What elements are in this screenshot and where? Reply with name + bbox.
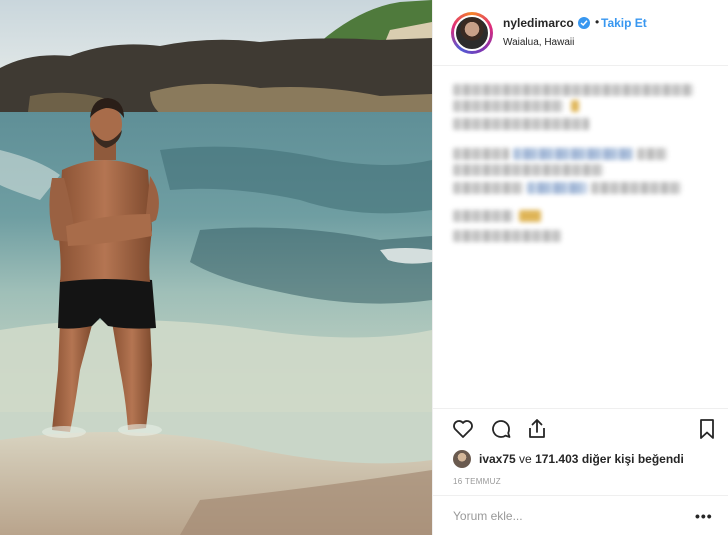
- heart-icon[interactable]: [451, 417, 475, 441]
- avatar[interactable]: [454, 15, 490, 51]
- separator-dot: •: [595, 15, 600, 29]
- username-link[interactable]: nyledimarco: [503, 16, 574, 30]
- comment-bubble-icon[interactable]: [489, 417, 513, 441]
- blurred-caption: [453, 78, 713, 258]
- likes-suffix[interactable]: diğer kişi beğendi: [582, 452, 684, 466]
- verified-badge-icon: [578, 17, 590, 29]
- instagram-post: nyledimarco • Takip Et Waialua, Hawaii i…: [0, 0, 728, 535]
- likes-count[interactable]: 171.403: [535, 452, 578, 466]
- beach-photo-illustration: [0, 0, 432, 535]
- liker-username[interactable]: ivax75: [479, 452, 516, 466]
- post-photo[interactable]: [0, 0, 432, 535]
- likes-text: ivax75 ve 171.403 diğer kişi beğendi: [479, 452, 684, 466]
- liker-avatar[interactable]: [453, 450, 471, 468]
- post-date[interactable]: 16 TEMMUZ: [453, 477, 501, 486]
- action-bar: [433, 408, 728, 448]
- post-header: nyledimarco • Takip Et Waialua, Hawaii: [433, 0, 728, 66]
- likes-connector: ve: [519, 452, 532, 466]
- bookmark-icon[interactable]: [695, 417, 719, 441]
- comment-box: •••: [433, 495, 728, 535]
- likes-row: ivax75 ve 171.403 diğer kişi beğendi: [453, 449, 723, 469]
- follow-button[interactable]: Takip Et: [601, 16, 647, 30]
- share-upload-icon[interactable]: [525, 417, 549, 441]
- location-link[interactable]: Waialua, Hawaii: [503, 37, 574, 48]
- post-side-panel: nyledimarco • Takip Et Waialua, Hawaii i…: [432, 0, 728, 535]
- story-ring[interactable]: [451, 12, 493, 54]
- comment-input[interactable]: [453, 507, 673, 525]
- more-options-button[interactable]: •••: [695, 508, 713, 524]
